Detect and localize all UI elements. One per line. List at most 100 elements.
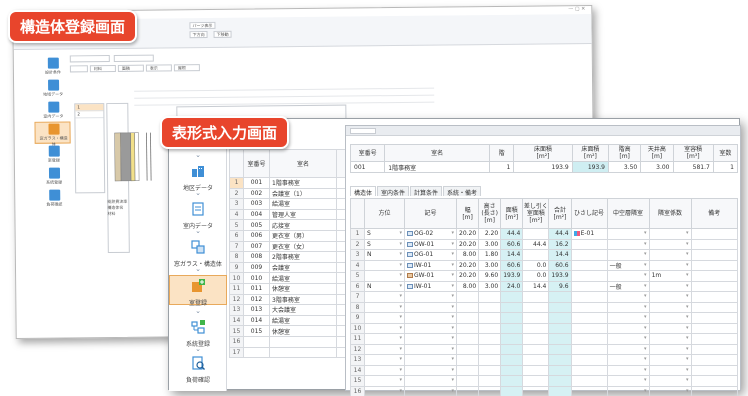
coefficient-cell[interactable]: ▾	[648, 354, 692, 366]
adjacent-room-cell[interactable]: 一般 ▾	[606, 280, 650, 292]
remarks-cell[interactable]	[690, 238, 739, 250]
chevron-down-icon[interactable]: ▾	[399, 367, 402, 373]
summary-floor-height[interactable]: 3.50	[607, 161, 642, 173]
row-number[interactable]: 6	[229, 229, 244, 242]
coefficient-cell[interactable]: ▾	[648, 364, 692, 376]
subtract-area-cell[interactable]	[522, 228, 550, 240]
nav-item[interactable]: 室登録	[39, 145, 69, 163]
row-number[interactable]: 15	[229, 325, 244, 337]
eave-code-cell[interactable]	[570, 322, 608, 334]
eave-code-cell[interactable]: E-01	[570, 228, 608, 240]
eave-code-cell[interactable]	[570, 354, 608, 366]
room-name-cell[interactable]: 給湯室	[269, 198, 337, 210]
subtract-area-cell[interactable]: 44.4	[522, 238, 550, 250]
nav-item[interactable]: 負荷確認	[39, 189, 69, 207]
height-cell[interactable]	[478, 333, 502, 345]
adjacent-room-cell[interactable]: ▾	[606, 249, 650, 261]
width-cell[interactable]	[455, 301, 480, 313]
row-number[interactable]: 8	[350, 301, 365, 313]
coefficient-cell[interactable]: ▾	[648, 343, 692, 355]
table-row[interactable]: 13 ▾ ▾ ▾ ▾	[350, 354, 739, 366]
chevron-down-icon[interactable]: ▾	[686, 251, 689, 257]
nav-item[interactable]: 室内データ	[38, 101, 68, 119]
chevron-down-icon[interactable]: ▾	[686, 335, 689, 341]
subtract-area-cell[interactable]	[522, 322, 550, 334]
row-number[interactable]: 9	[229, 261, 244, 274]
chevron-down-icon[interactable]: ▾	[399, 388, 402, 394]
height-cell[interactable]	[478, 301, 502, 313]
height-cell[interactable]: 3.00	[478, 238, 502, 250]
direction-cell[interactable]: ▾	[364, 291, 405, 303]
row-number[interactable]: 7	[229, 240, 244, 253]
adjacent-room-cell[interactable]: ▾	[606, 364, 650, 376]
remarks-cell[interactable]	[690, 228, 739, 240]
width-cell[interactable]	[455, 375, 480, 387]
room-number-cell[interactable]	[243, 346, 270, 359]
nav-item-indoor-data[interactable]: 室内データ	[169, 201, 227, 230]
chevron-down-icon[interactable]: ▾	[644, 304, 647, 310]
table-row[interactable]: 4 ▾ IW-01 ▾ 20.20 3.00 60.6 0.0 60.6 一般 ▾ ▾	[350, 259, 739, 271]
direction-cell[interactable]: ▾	[364, 375, 405, 387]
structure-code-cell[interactable]: ▾	[404, 333, 457, 345]
nav-item[interactable]: 地域データ	[38, 79, 68, 97]
chevron-down-icon[interactable]: ▾	[399, 314, 402, 320]
subtract-area-cell[interactable]	[522, 333, 550, 345]
table-row[interactable]: 120123階事務室3	[229, 293, 361, 306]
structure-code-cell[interactable]: ▾	[404, 322, 457, 334]
chevron-down-icon[interactable]: ▾	[686, 325, 689, 331]
row-number[interactable]: 6	[350, 280, 365, 292]
room-number-cell[interactable]: 008	[243, 251, 270, 263]
direction-cell[interactable]: N ▾	[364, 249, 405, 261]
table-row[interactable]: 3003給湯室1	[229, 198, 361, 210]
table-row[interactable]: 11011休憩室2	[229, 282, 361, 295]
remarks-cell[interactable]	[690, 280, 739, 292]
table-row[interactable]: 2002会議室（1）1	[229, 187, 361, 200]
chevron-down-icon[interactable]: ▾	[644, 272, 647, 278]
width-cell[interactable]: 20.20	[455, 238, 480, 250]
height-cell[interactable]: 2.20	[478, 228, 502, 240]
ribbon-button[interactable]: 下方向	[189, 31, 208, 39]
direction-cell[interactable]: ▾	[364, 301, 405, 313]
chevron-down-icon[interactable]: ▾	[399, 356, 402, 362]
width-cell[interactable]	[455, 322, 480, 334]
eave-code-cell[interactable]	[570, 270, 608, 282]
height-cell[interactable]: 3.00	[478, 280, 502, 292]
chevron-down-icon[interactable]: ▾	[399, 241, 402, 247]
width-cell[interactable]: 8.00	[455, 280, 480, 292]
direction-cell[interactable]: S ▾	[364, 238, 405, 250]
structure-code-cell[interactable]: IW-01 ▾	[404, 259, 457, 271]
coefficient-cell[interactable]: ▾	[648, 228, 692, 240]
direction-cell[interactable]: ▾	[364, 322, 405, 334]
chevron-down-icon[interactable]: ▾	[686, 346, 689, 352]
room-name-cell[interactable]: 3階事務室	[269, 293, 337, 306]
chevron-down-icon[interactable]: ▾	[399, 304, 402, 310]
chevron-down-icon[interactable]: ▾	[686, 367, 689, 373]
adjacent-room-cell[interactable]: ▾	[606, 228, 650, 240]
room-number-cell[interactable]: 011	[243, 282, 270, 295]
row-number[interactable]: 12	[229, 293, 244, 306]
chevron-down-icon[interactable]: ▾	[451, 356, 454, 362]
height-cell[interactable]: 9.60	[478, 270, 502, 282]
room-name-cell[interactable]	[269, 335, 337, 348]
table-row[interactable]: 14 ▾ ▾ ▾ ▾	[350, 364, 739, 376]
coefficient-cell[interactable]: ▾	[648, 333, 692, 345]
subtract-area-cell[interactable]	[522, 291, 550, 303]
chevron-down-icon[interactable]: ▾	[451, 251, 454, 257]
table-row[interactable]: 14014給湯室3	[229, 314, 361, 327]
adjacent-room-cell[interactable]: ▾	[606, 291, 650, 303]
adjacent-room-cell[interactable]: ▾	[606, 270, 650, 282]
chevron-down-icon[interactable]: ▾	[686, 356, 689, 362]
room-name-cell[interactable]: 給湯室	[269, 272, 337, 284]
row-number[interactable]: 10	[229, 272, 244, 284]
width-cell[interactable]: 20.20	[455, 228, 480, 240]
chevron-down-icon[interactable]: ▾	[451, 241, 454, 247]
direction-cell[interactable]: ▾	[364, 364, 405, 376]
row-number[interactable]: 1	[229, 177, 244, 189]
adjacent-room-cell[interactable]: ▾	[606, 238, 650, 250]
summary-floor-area[interactable]: 193.9	[513, 161, 573, 173]
chevron-down-icon[interactable]: ▾	[451, 377, 454, 383]
table-row[interactable]: 15015休憩室3	[229, 325, 361, 337]
room-name-cell[interactable]: 管理人室	[269, 208, 337, 221]
remarks-cell[interactable]	[690, 333, 739, 345]
chevron-down-icon[interactable]: ▾	[451, 346, 454, 352]
